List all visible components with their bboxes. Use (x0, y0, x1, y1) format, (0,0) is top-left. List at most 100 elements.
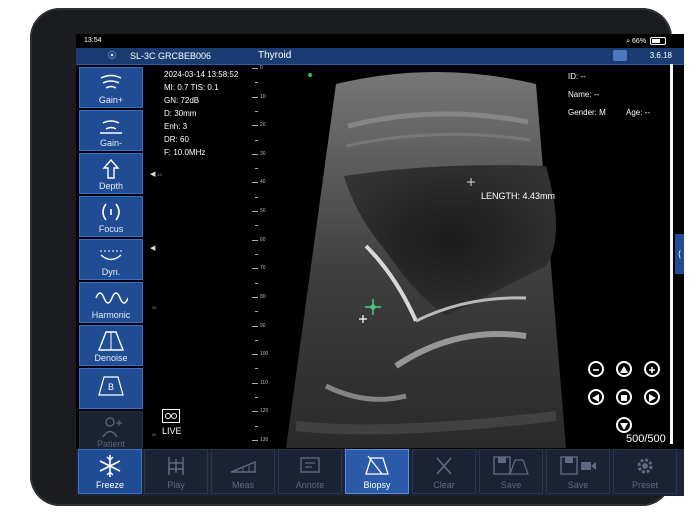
ruler-label: 70 (260, 265, 266, 272)
patient-button[interactable]: Patient (79, 411, 143, 452)
depth-value: D: 30mm (164, 109, 197, 118)
title-bar: ⦿ SL-3C GRCBEB006 Thyroid 3.6.18 (76, 48, 684, 65)
clear-label: Clear (433, 480, 455, 490)
tape-icon (162, 409, 180, 423)
patient-id: ID: -- (568, 72, 586, 81)
preset-button[interactable]: Preset (613, 449, 677, 494)
b-mode-button[interactable]: B (79, 368, 143, 409)
version: 3.6.18 (649, 51, 672, 60)
mi-tis: MI: 0.7 TIS: 0.1 (164, 83, 219, 92)
ruler-label: 20 (260, 122, 266, 129)
dynamic-range-button[interactable]: Dyn. (79, 239, 143, 280)
app-screen: 13:54 ⌕ 66% ⦿ SL-3C GRCBEB006 Thyroid 3.… (76, 34, 684, 496)
ultrasound-image[interactable]: LENGTH: 4.43mm (266, 66, 566, 448)
stop-icon[interactable] (616, 389, 632, 405)
snowflake-icon (99, 455, 121, 477)
patient-name: Name: -- (568, 90, 600, 99)
ruler-tick (252, 440, 258, 441)
tgc-marker[interactable]: ◀ 10 (150, 170, 162, 178)
patient-age: Age: -- (626, 108, 651, 117)
live-indicator: LIVE (162, 409, 182, 436)
annotate-button[interactable]: Annote (278, 449, 342, 494)
svg-text:B: B (108, 382, 114, 392)
ruler-tick (252, 125, 258, 127)
ruler-tick (255, 282, 258, 284)
play-icon (168, 457, 184, 475)
play-button[interactable]: Play (144, 449, 208, 494)
up-arrow-icon[interactable] (616, 361, 632, 377)
ruler-tick (252, 96, 258, 98)
frequency-value: F: 10.0MHz (164, 148, 206, 157)
chevron-left-icon: ⟨ (677, 249, 682, 259)
save-video-icon (560, 456, 596, 475)
collapse-panel-button[interactable]: ⟨ (675, 234, 684, 274)
probe-name: SL-3C GRCBEB006 (130, 51, 212, 61)
ruler-tick (255, 368, 258, 370)
scan-datetime: 2024-03-14 13:58:52 (164, 70, 239, 79)
probe-signal-icon: ⦿ (108, 51, 116, 60)
ruler-tick (252, 296, 258, 298)
patient-info: ID: -- Name: -- Gender: M Age: -- (568, 68, 650, 122)
dynamic-range-label: Dyn. (101, 267, 121, 277)
gain-minus-icon (100, 120, 122, 134)
denoise-label: Denoise (94, 353, 128, 363)
gain-plus-icon (100, 74, 122, 89)
right-arrow-icon[interactable] (644, 389, 660, 405)
ruler-tick (255, 168, 258, 170)
depth-label: Depth (98, 181, 124, 191)
patient-icon (102, 417, 122, 438)
save-image-label: Save (500, 480, 522, 490)
annotate-icon (300, 457, 320, 473)
zoom-out-icon[interactable] (588, 361, 604, 377)
save-image-button[interactable]: Save (479, 449, 543, 494)
tgc-marker[interactable]: ◀ (150, 244, 155, 252)
tgc-marker[interactable]: 20 (150, 304, 156, 311)
ruler-label: 30 (260, 150, 266, 157)
scrollbar[interactable] (670, 64, 673, 444)
tgc-marker[interactable]: 30 (150, 431, 156, 438)
gallery-icon[interactable] (613, 50, 627, 61)
patient-label: Patient (96, 439, 126, 449)
freeze-button[interactable]: Freeze (78, 449, 142, 494)
measure-icon (230, 460, 256, 473)
freeze-label: Freeze (95, 480, 124, 490)
enhancement-value: Enh: 3 (164, 122, 188, 131)
biopsy-button[interactable]: Biopsy (345, 449, 409, 494)
depth-button[interactable]: Depth (79, 153, 143, 194)
exam-preset[interactable]: Thyroid (258, 50, 291, 61)
left-arrow-icon[interactable] (588, 389, 604, 405)
gain-plus-button[interactable]: Gain+ (79, 67, 143, 108)
down-arrow-icon[interactable] (616, 417, 632, 433)
ruler-tick (255, 196, 258, 198)
measure-label: Meas (231, 480, 254, 490)
save-video-button[interactable]: Save (546, 449, 610, 494)
measure-button[interactable]: Meas (211, 449, 275, 494)
tablet-frame: 13:54 ⌕ 66% ⦿ SL-3C GRCBEB006 Thyroid 3.… (30, 8, 684, 506)
ruler-tick (252, 325, 258, 327)
ruler-tick (252, 268, 258, 270)
left-toolbar: Gain+ Gain- Depth Focus Dyn. Harmonic De… (79, 65, 145, 452)
ruler-tick (252, 382, 258, 384)
clear-button[interactable]: Clear (412, 449, 476, 494)
battery-icon (650, 37, 666, 45)
ruler-label: 80 (260, 293, 266, 300)
ruler-tick (252, 182, 258, 184)
focus-button[interactable]: Focus (79, 196, 143, 237)
ruler-label: 0 (260, 65, 263, 71)
ruler-tick (255, 397, 258, 399)
gain-value: GN: 72dB (164, 96, 200, 105)
bottom-toolbar: Freeze Play Meas Annote Biopsy Clear Sav… (76, 449, 684, 496)
gain-minus-button[interactable]: Gain- (79, 110, 143, 151)
ruler-tick (255, 82, 258, 84)
denoise-button[interactable]: Denoise (79, 325, 143, 366)
harmonic-label: Harmonic (91, 310, 131, 320)
ruler-tick (255, 110, 258, 112)
ruler-label: 60 (260, 236, 266, 243)
harmonic-button[interactable]: Harmonic (79, 282, 143, 323)
focus-marker (308, 73, 312, 77)
zoom-in-icon[interactable] (644, 361, 660, 377)
ruler-tick (255, 254, 258, 255)
dynamic-range-value: DR: 60 (164, 135, 189, 144)
length-measurement: LENGTH: 4.43mm (481, 191, 555, 201)
preset-label: Preset (631, 480, 658, 490)
